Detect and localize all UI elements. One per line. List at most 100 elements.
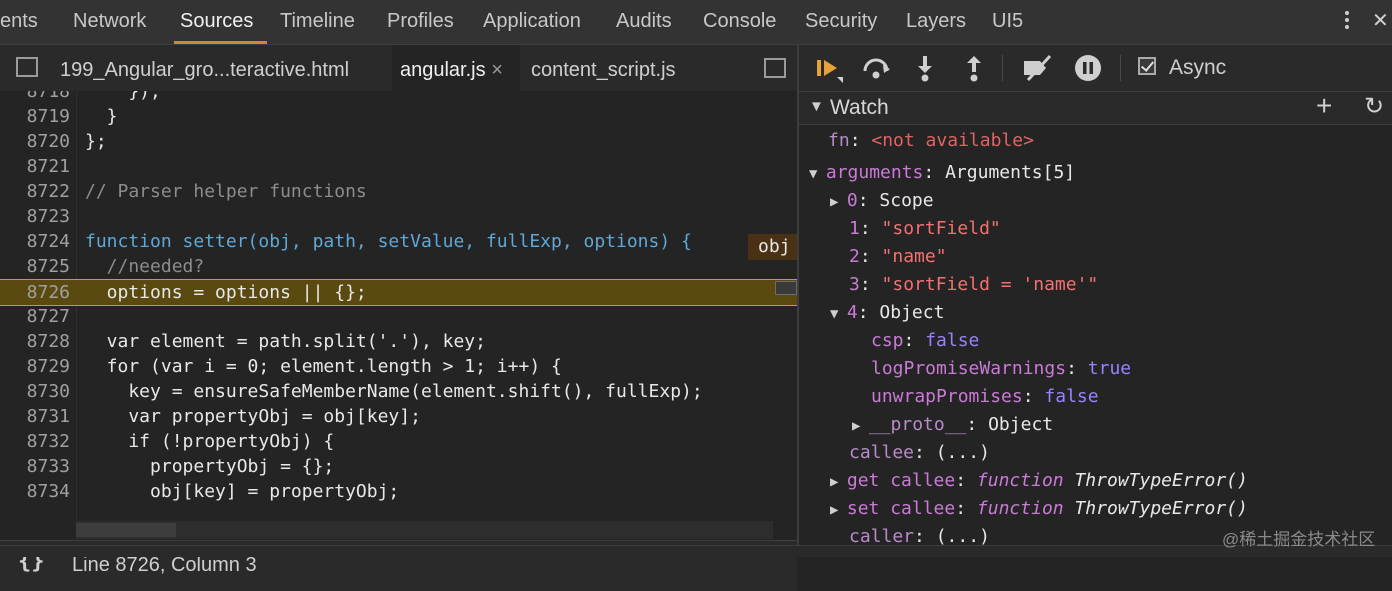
line-number: 8722 bbox=[26, 181, 70, 202]
line-number: 8719 bbox=[26, 106, 70, 127]
horizontal-scrollbar[interactable] bbox=[76, 521, 773, 539]
devtools-panel-tabs: ents Network Sources Timeline Profiles A… bbox=[0, 0, 1392, 45]
tab-profiles[interactable]: Profiles bbox=[387, 0, 454, 44]
tab-console[interactable]: Console bbox=[703, 0, 776, 44]
watch-title: Watch bbox=[830, 96, 889, 119]
async-label: Async bbox=[1169, 56, 1227, 79]
line-number: 8734 bbox=[26, 481, 70, 502]
code-line: 8730 key = ensureSafeMemberName(element.… bbox=[0, 379, 797, 404]
object-prop[interactable]: ▶ __proto__: Object bbox=[852, 411, 1053, 439]
expand-triangle-icon: ▶ bbox=[830, 474, 847, 490]
step-into-icon[interactable] bbox=[910, 53, 940, 83]
line-number: 8726 bbox=[26, 282, 70, 303]
file-tab-html[interactable]: 199_Angular_gro...teractive.html bbox=[60, 45, 349, 91]
line-number: 8720 bbox=[26, 131, 70, 152]
refresh-watch-icon[interactable]: ↻ bbox=[1364, 92, 1384, 121]
sources-editor-pane: 199_Angular_gro...teractive.html angular… bbox=[0, 45, 797, 591]
code-line: 8724 function setter(obj, path, setValue,… bbox=[0, 229, 797, 260]
code-text: }); bbox=[85, 91, 161, 102]
code-line: 8733 propertyObj = {}; bbox=[0, 454, 797, 479]
code-line: 8727 bbox=[0, 304, 797, 329]
arg-item: 3: "sortField = 'name'" bbox=[849, 274, 1099, 295]
code-line: 8725 //needed? bbox=[0, 254, 797, 279]
arg-item: 2: "name" bbox=[849, 246, 947, 267]
code-text: options = options || {}; bbox=[85, 282, 367, 303]
watch-value: Arguments[5] bbox=[945, 162, 1076, 183]
tab-elements[interactable]: ents bbox=[0, 0, 38, 44]
pause-on-exceptions-icon[interactable] bbox=[1073, 53, 1103, 83]
code-comment: //needed? bbox=[85, 256, 205, 277]
file-tab-angular-label: angular.js bbox=[400, 59, 486, 81]
tab-layers[interactable]: Layers bbox=[906, 0, 966, 44]
arg-item[interactable]: ▼ 4: Object bbox=[830, 299, 944, 327]
code-text: var element = path.split('.'), key; bbox=[85, 331, 486, 352]
close-devtools-icon[interactable]: ✕ bbox=[1372, 0, 1389, 42]
line-number: 8718 bbox=[26, 91, 70, 102]
watch-item-fn[interactable]: fn: <not available> bbox=[828, 127, 1034, 155]
tab-audits[interactable]: Audits bbox=[616, 0, 672, 44]
line-number: 8733 bbox=[26, 456, 70, 477]
line-number: 8724 bbox=[26, 231, 70, 252]
arg-item[interactable]: ▶ 0: Scope bbox=[830, 187, 934, 215]
line-number: 8721 bbox=[26, 156, 70, 177]
expand-triangle-icon: ▶ bbox=[852, 418, 869, 434]
object-prop: csp: false bbox=[871, 330, 980, 351]
code-line: 8720}; bbox=[0, 129, 797, 154]
watermark: @稀土掘金技术社区 bbox=[1222, 530, 1376, 549]
expand-triangle-icon: ▶ bbox=[830, 194, 847, 210]
step-over-icon[interactable] bbox=[861, 53, 891, 83]
tab-ui5[interactable]: UI5 bbox=[992, 0, 1023, 44]
debugger-toolbar: Async bbox=[799, 45, 1392, 92]
overview-ruler-marker[interactable] bbox=[775, 281, 797, 295]
line-number: 8727 bbox=[26, 306, 70, 327]
close-tab-icon[interactable]: × bbox=[491, 59, 503, 81]
add-watch-icon[interactable]: + bbox=[1316, 90, 1332, 122]
code-text: obj[key] = propertyObj; bbox=[85, 481, 400, 502]
code-line: 8734 obj[key] = propertyObj; bbox=[0, 479, 797, 504]
toggle-navigator-icon[interactable] bbox=[16, 57, 38, 77]
line-number: 8730 bbox=[26, 381, 70, 402]
deactivate-breakpoints-icon[interactable] bbox=[1022, 53, 1052, 83]
object-prop: logPromiseWarnings: true bbox=[871, 358, 1132, 379]
code-text: if (!propertyObj) { bbox=[85, 431, 335, 452]
watch-section-header[interactable]: ▼ Watch + ↻ bbox=[799, 90, 1392, 125]
tab-sources[interactable]: Sources bbox=[173, 0, 268, 44]
arg-item-callee[interactable]: callee: (...) bbox=[849, 439, 990, 467]
horizontal-scroll-thumb[interactable] bbox=[76, 523, 176, 537]
code-line: 8732 if (!propertyObj) { bbox=[0, 429, 797, 454]
code-text: } bbox=[85, 106, 118, 127]
watch-item-arguments[interactable]: ▼ arguments: Arguments[5] bbox=[809, 159, 1075, 187]
tab-security[interactable]: Security bbox=[805, 0, 877, 44]
file-tab-content-script[interactable]: content_script.js bbox=[531, 45, 676, 91]
code-text: }; bbox=[85, 131, 107, 152]
line-number: 8731 bbox=[26, 406, 70, 427]
drawer-bar bbox=[0, 545, 1392, 557]
arg-item-set-callee[interactable]: ▶ set callee: function ThrowTypeError() bbox=[830, 495, 1248, 523]
step-out-icon[interactable] bbox=[959, 53, 989, 83]
expand-triangle-icon: ▶ bbox=[830, 502, 847, 518]
expand-triangle-icon: ▼ bbox=[809, 166, 826, 182]
async-checkbox[interactable] bbox=[1138, 57, 1156, 75]
toggle-debugger-icon[interactable] bbox=[764, 58, 786, 78]
line-number: 8725 bbox=[26, 256, 70, 277]
code-line: 8722 // Parser helper functions bbox=[0, 179, 797, 204]
resume-icon[interactable] bbox=[813, 53, 843, 83]
code-line: 8719 } bbox=[0, 104, 797, 129]
code-editor[interactable]: 8718 }); 8719 } 8720}; 8721 8722 // Parse… bbox=[0, 91, 797, 540]
collapse-triangle-icon[interactable]: ▼ bbox=[809, 98, 824, 115]
file-tab-angular[interactable]: angular.js × bbox=[392, 45, 520, 91]
code-line: 8721 bbox=[0, 154, 797, 179]
object-prop: unwrapPromises: false bbox=[871, 386, 1099, 407]
code-text: for (var i = 0; element.length > 1; i++)… bbox=[85, 356, 562, 377]
watch-value: <not available> bbox=[871, 130, 1034, 151]
arg-item-get-callee[interactable]: ▶ get callee: function ThrowTypeError() bbox=[830, 467, 1248, 495]
tab-timeline[interactable]: Timeline bbox=[280, 0, 355, 44]
watch-key: fn bbox=[828, 130, 850, 151]
more-options-icon[interactable] bbox=[1340, 8, 1354, 36]
arg-item-caller[interactable]: caller: (...) bbox=[849, 523, 990, 545]
tab-network[interactable]: Network bbox=[73, 0, 146, 44]
code-text: var propertyObj = obj[key]; bbox=[85, 406, 421, 427]
line-number: 8729 bbox=[26, 356, 70, 377]
code-line: 8718 }); bbox=[0, 91, 797, 104]
tab-application[interactable]: Application bbox=[483, 0, 581, 44]
